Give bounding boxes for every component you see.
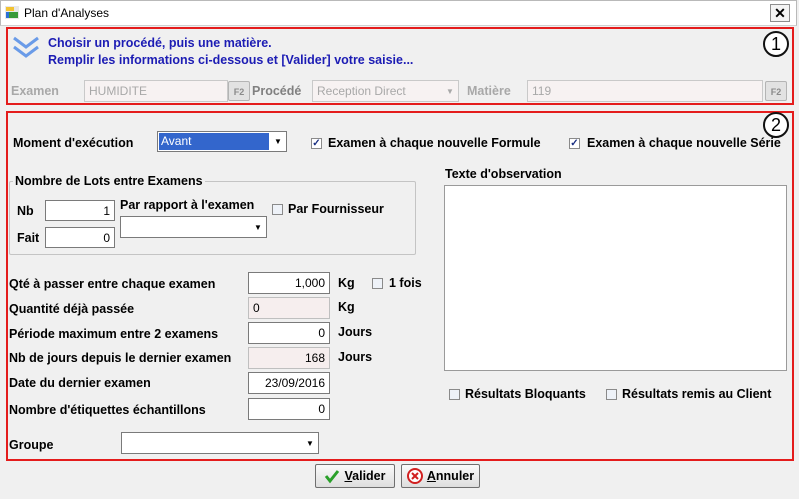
moment-label: Moment d'exécution bbox=[13, 136, 134, 150]
periode-input[interactable]: 0 bbox=[248, 322, 330, 344]
etiquettes-input[interactable]: 0 bbox=[248, 398, 330, 420]
lots-group-title: Nombre de Lots entre Examens bbox=[13, 174, 205, 188]
deja-field: 0 bbox=[248, 297, 330, 319]
periode-label: Période maximum entre 2 examens bbox=[9, 327, 219, 341]
annuler-button[interactable]: Annuler bbox=[401, 464, 480, 488]
serie-label: Examen à chaque nouvelle Série bbox=[587, 136, 781, 150]
nbjours-label: Nb de jours depuis le dernier examen bbox=[9, 351, 232, 365]
bloquants-label: Résultats Bloquants bbox=[465, 387, 586, 401]
deja-unit: Kg bbox=[338, 300, 355, 314]
qte-input[interactable]: 1,000 bbox=[248, 272, 330, 294]
examen-field[interactable]: HUMIDITE bbox=[84, 80, 228, 102]
deja-label: Quantité déjà passée bbox=[9, 302, 135, 316]
chevron-down-icon: ▼ bbox=[306, 438, 314, 448]
par-fournisseur-label: Par Fournisseur bbox=[288, 202, 384, 216]
fait-label: Fait bbox=[17, 231, 40, 245]
observation-textarea[interactable] bbox=[444, 185, 787, 371]
checkbox-une-fois[interactable] bbox=[372, 278, 383, 289]
matiere-label: Matière bbox=[467, 84, 511, 98]
valider-label: Valider bbox=[344, 469, 386, 483]
chevron-down-icon: ▼ bbox=[274, 137, 282, 146]
chevron-down-icon: ▼ bbox=[446, 86, 454, 96]
chevron-down-icon: ▼ bbox=[254, 222, 262, 232]
close-button[interactable]: ✕ bbox=[770, 4, 790, 22]
une-fois-label: 1 fois bbox=[389, 276, 422, 290]
check-icon bbox=[325, 470, 340, 484]
procede-value: Reception Direct bbox=[317, 84, 406, 98]
checkbox-par-fournisseur[interactable] bbox=[272, 204, 283, 215]
nbjours-unit: Jours bbox=[338, 350, 373, 364]
checkbox-bloquants[interactable] bbox=[449, 389, 460, 400]
qte-unit: Kg bbox=[338, 276, 355, 290]
date-input[interactable]: 23/09/2016 bbox=[248, 372, 330, 394]
matiere-f2-button[interactable]: F2 bbox=[765, 81, 787, 101]
moment-value: Avant bbox=[159, 133, 269, 150]
moment-select[interactable]: Avant ▼ bbox=[157, 131, 287, 152]
examen-f2-button[interactable]: F2 bbox=[228, 81, 250, 101]
nb-label: Nb bbox=[17, 204, 34, 218]
annuler-label: Annuler bbox=[426, 469, 475, 483]
app-icon bbox=[5, 6, 19, 19]
remis-client-label: Résultats remis au Client bbox=[622, 387, 772, 401]
valider-button[interactable]: Valider bbox=[315, 464, 395, 488]
checkbox-remis-client[interactable] bbox=[606, 389, 617, 400]
formule-label: Examen à chaque nouvelle Formule bbox=[328, 136, 541, 150]
title-bar bbox=[0, 0, 797, 26]
checkbox-serie[interactable]: ✓ bbox=[569, 138, 580, 149]
close-icon: ✕ bbox=[774, 5, 786, 21]
nb-input[interactable]: 1 bbox=[45, 200, 115, 221]
par-rapport-select[interactable]: ▼ bbox=[120, 216, 267, 238]
par-rapport-label: Par rapport à l'examen bbox=[120, 198, 255, 212]
examen-label: Examen bbox=[11, 84, 59, 98]
checkbox-formule[interactable]: ✓ bbox=[311, 138, 322, 149]
matiere-field[interactable]: 119 bbox=[527, 80, 763, 102]
procede-label: Procédé bbox=[252, 84, 302, 98]
observation-label: Texte d'observation bbox=[445, 167, 562, 181]
window-title: Plan d'Analyses bbox=[24, 6, 110, 20]
date-label: Date du dernier examen bbox=[9, 376, 151, 390]
groupe-label: Groupe bbox=[9, 438, 54, 452]
instruction-line-2: Remplir les informations ci-dessous et [… bbox=[48, 53, 414, 67]
cancel-icon bbox=[406, 468, 423, 484]
nbjours-field: 168 bbox=[248, 347, 330, 369]
qte-label: Qté à passer entre chaque examen bbox=[9, 277, 216, 291]
etiquettes-label: Nombre d'étiquettes échantillons bbox=[9, 403, 206, 417]
panel-badge-2: 2 bbox=[763, 112, 789, 138]
periode-unit: Jours bbox=[338, 325, 373, 339]
panel-badge-1: 1 bbox=[763, 31, 789, 57]
fait-input[interactable]: 0 bbox=[45, 227, 115, 248]
groupe-select[interactable]: ▼ bbox=[121, 432, 319, 454]
instruction-line-1: Choisir un procédé, puis une matière. bbox=[48, 36, 272, 50]
procede-select[interactable]: Reception Direct ▼ bbox=[312, 80, 459, 102]
chevron-check-icon bbox=[13, 36, 39, 58]
